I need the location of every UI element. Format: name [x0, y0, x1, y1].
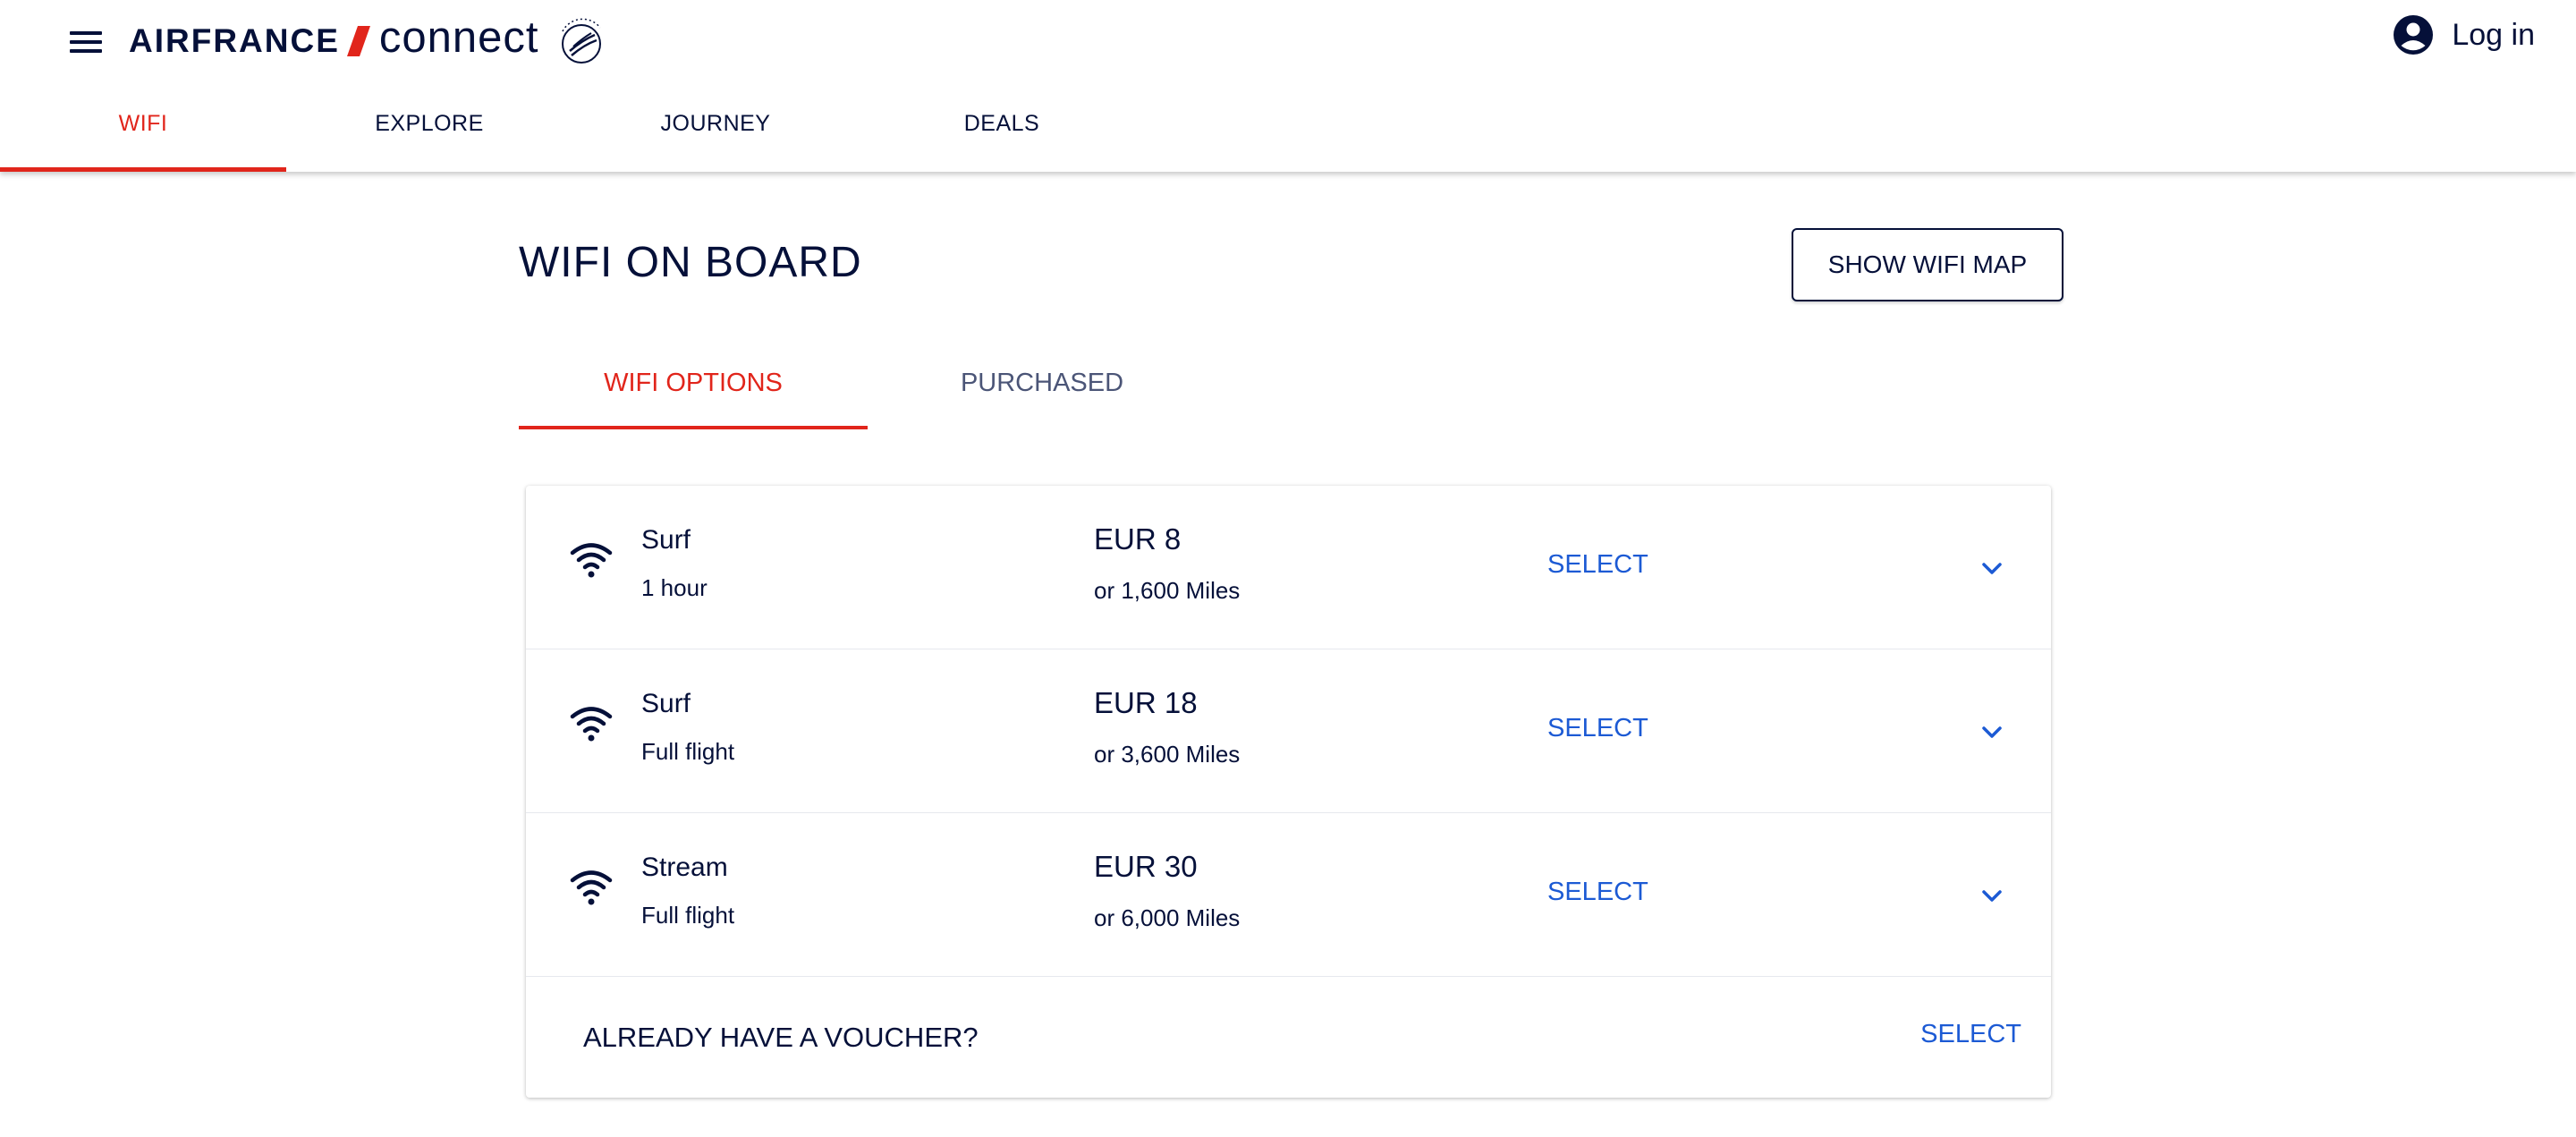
wifi-option-row: Surf 1 hour EUR 8 or 1,600 Miles SELECT	[526, 486, 2051, 649]
option-price: EUR 30	[1094, 850, 1198, 883]
select-button[interactable]: SELECT	[1547, 714, 1648, 743]
option-miles: or 3,600 Miles	[1094, 741, 1241, 768]
login-button[interactable]: Log in	[2393, 14, 2535, 55]
option-name: Surf	[641, 689, 691, 718]
brand-wordmark: AIRFRANCE	[129, 22, 340, 59]
chevron-down-icon[interactable]	[1979, 556, 2005, 582]
wifi-option-row: Stream Full flight EUR 30 or 6,000 Miles…	[526, 813, 2051, 977]
option-duration: Full flight	[641, 902, 735, 929]
option-duration: 1 hour	[641, 574, 708, 601]
wifi-tabs: WIFI OPTIONS PURCHASED	[519, 349, 1216, 429]
option-miles: or 1,600 Miles	[1094, 577, 1241, 604]
wifi-icon	[570, 707, 613, 742]
hamburger-menu-icon[interactable]	[66, 27, 106, 57]
chevron-down-icon[interactable]	[1979, 883, 2005, 910]
nav-tab-wifi[interactable]: WIFI	[0, 86, 286, 172]
option-duration: Full flight	[641, 738, 735, 765]
wifi-option-row: Surf Full flight EUR 18 or 3,600 Miles S…	[526, 649, 2051, 813]
app-header: AIRFRANCE connect Log in WIFI EXPLORE JO…	[0, 0, 2576, 172]
option-price: EUR 8	[1094, 522, 1182, 556]
select-button[interactable]: SELECT	[1547, 878, 1648, 907]
voucher-label: ALREADY HAVE A VOUCHER?	[583, 1022, 979, 1053]
tab-purchased[interactable]: PURCHASED	[868, 349, 1216, 429]
nav-tab-deals[interactable]: DEALS	[859, 86, 1145, 172]
wifi-icon	[570, 870, 613, 905]
show-wifi-map-button[interactable]: SHOW WIFI MAP	[1792, 228, 2063, 301]
voucher-row: ALREADY HAVE A VOUCHER? SELECT	[526, 977, 2051, 1098]
nav-tab-journey[interactable]: JOURNEY	[572, 86, 859, 172]
main-nav: WIFI EXPLORE JOURNEY DEALS	[0, 86, 1145, 172]
select-button[interactable]: SELECT	[1547, 550, 1648, 580]
option-name: Stream	[641, 853, 728, 882]
wifi-options-card: Surf 1 hour EUR 8 or 1,600 Miles SELECT …	[526, 486, 2051, 1098]
skyteam-logo-icon	[561, 18, 601, 64]
tab-wifi-options[interactable]: WIFI OPTIONS	[519, 349, 868, 429]
option-price: EUR 18	[1094, 686, 1198, 719]
nav-tab-explore[interactable]: EXPLORE	[286, 86, 572, 172]
product-wordmark: connect	[378, 13, 539, 62]
page-title: WIFI ON BOARD	[519, 239, 862, 286]
brand-slash-icon	[346, 26, 370, 56]
chevron-down-icon[interactable]	[1979, 719, 2005, 746]
wifi-icon	[570, 543, 613, 578]
voucher-select-button[interactable]: SELECT	[1920, 1020, 2021, 1049]
option-name: Surf	[641, 525, 691, 555]
airfrance-connect-logo[interactable]: AIRFRANCE connect	[129, 13, 607, 70]
option-miles: or 6,000 Miles	[1094, 904, 1241, 931]
login-label: Log in	[2452, 17, 2535, 52]
account-circle-icon	[2394, 15, 2434, 55]
